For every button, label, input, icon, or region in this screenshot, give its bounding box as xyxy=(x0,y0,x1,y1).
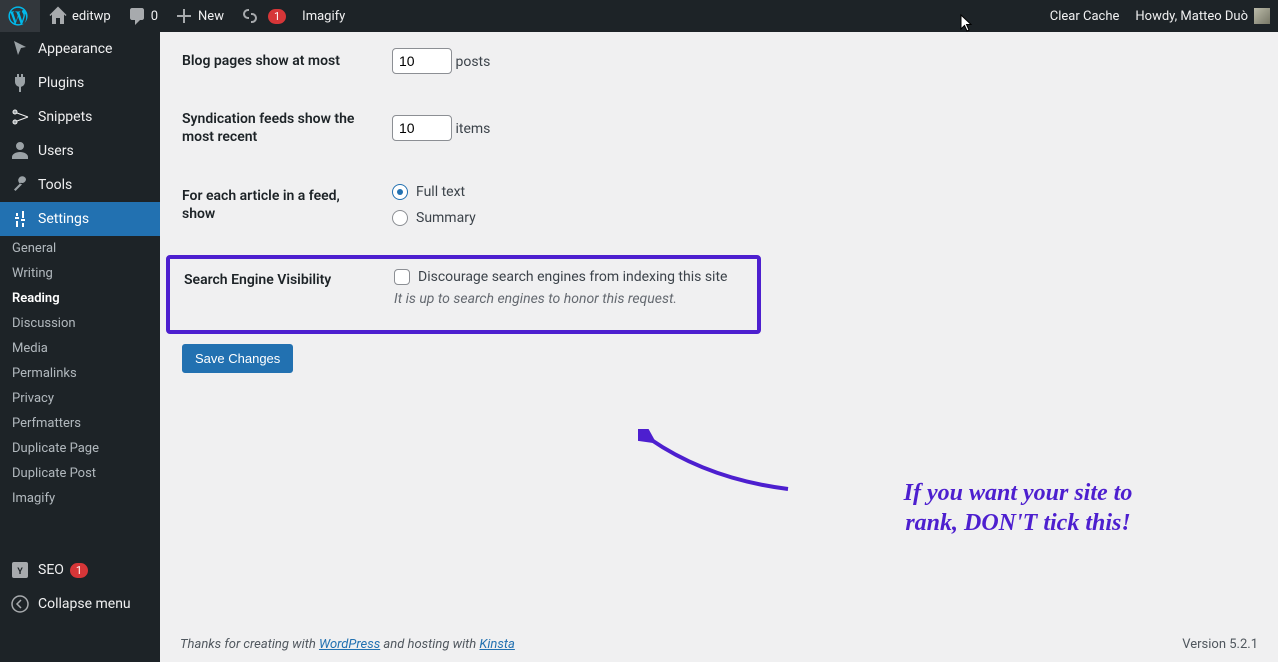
settings-icon xyxy=(10,209,30,229)
settings-form: Blog pages show at most posts Syndicatio… xyxy=(182,32,1258,251)
sidebar-sub-writing[interactable]: Writing xyxy=(0,261,160,286)
visibility-highlight-box: Search Engine Visibility Discourage sear… xyxy=(166,255,761,334)
updates-button[interactable]: 1 xyxy=(232,0,294,32)
sidebar-item-label: Users xyxy=(38,143,74,159)
blog-pages-unit: posts xyxy=(455,54,490,70)
comment-icon xyxy=(127,6,147,26)
home-icon xyxy=(48,6,68,26)
collapse-icon xyxy=(10,594,30,614)
syndication-input[interactable] xyxy=(392,115,452,141)
feed-full-text-radio[interactable] xyxy=(392,184,408,200)
sidebar-item-label: Tools xyxy=(38,177,72,193)
updates-badge: 1 xyxy=(268,9,286,24)
annotation-line2: rank, DON'T tick this! xyxy=(788,508,1248,538)
feed-summary-radio[interactable] xyxy=(392,210,408,226)
content-area: Blog pages show at most posts Syndicatio… xyxy=(160,32,1278,662)
appearance-icon xyxy=(10,39,30,59)
sidebar-sub-duplicate-page[interactable]: Duplicate Page xyxy=(0,436,160,461)
blog-pages-input[interactable] xyxy=(392,48,452,74)
footer-mid: and hosting with xyxy=(380,637,479,652)
svg-text:Y: Y xyxy=(17,567,23,577)
syndication-unit: items xyxy=(455,121,490,137)
collapse-menu-button[interactable]: Collapse menu xyxy=(0,587,160,621)
sidebar-item-label: Appearance xyxy=(38,41,112,57)
sidebar-item-snippets[interactable]: Snippets xyxy=(0,100,160,134)
syndication-label: Syndication feeds show the most recent xyxy=(182,90,382,166)
site-name-text: editwp xyxy=(72,9,111,24)
plus-icon xyxy=(174,6,194,26)
feed-show-label: For each article in a feed, show xyxy=(182,167,382,251)
clear-cache-button[interactable]: Clear Cache xyxy=(1042,0,1128,32)
blog-pages-label: Blog pages show at most xyxy=(182,32,382,90)
new-label: New xyxy=(198,9,224,24)
sidebar-sub-permalinks[interactable]: Permalinks xyxy=(0,361,160,386)
seo-count-badge: 1 xyxy=(70,563,88,578)
wp-logo-button[interactable] xyxy=(0,0,40,32)
admin-bar: editwp 0 New 1 Imagify Clear Cache Howdy… xyxy=(0,0,1278,32)
imagify-label: Imagify xyxy=(302,9,345,24)
tools-icon xyxy=(10,175,30,195)
kinsta-link[interactable]: Kinsta xyxy=(479,637,514,652)
sidebar-item-settings[interactable]: Settings xyxy=(0,202,160,236)
seo-icon: Y xyxy=(10,560,30,580)
avatar xyxy=(1254,8,1270,24)
discourage-search-checkbox[interactable] xyxy=(394,269,410,285)
comments-button[interactable]: 0 xyxy=(119,0,166,32)
admin-menu: Appearance Plugins Snippets Users Tools … xyxy=(0,32,160,662)
footer: Thanks for creating with WordPress and h… xyxy=(160,627,1278,662)
footer-pre: Thanks for creating with xyxy=(180,637,319,652)
discourage-search-label: Discourage search engines from indexing … xyxy=(418,269,727,285)
snippets-icon xyxy=(10,107,30,127)
new-content-button[interactable]: New xyxy=(166,0,232,32)
wordpress-icon xyxy=(8,6,28,26)
sidebar-sub-perfmatters[interactable]: Perfmatters xyxy=(0,411,160,436)
site-name-button[interactable]: editwp xyxy=(40,0,119,32)
arrow-icon xyxy=(638,429,798,509)
sidebar-sub-duplicate-post[interactable]: Duplicate Post xyxy=(0,461,160,486)
sidebar-item-label: SEO xyxy=(38,562,64,578)
feed-summary-label: Summary xyxy=(416,210,476,226)
sidebar-sub-privacy[interactable]: Privacy xyxy=(0,386,160,411)
collapse-label: Collapse menu xyxy=(38,596,131,612)
account-button[interactable]: Howdy, Matteo Duò xyxy=(1127,0,1278,32)
sidebar-sub-reading[interactable]: Reading xyxy=(0,286,160,311)
sidebar-sub-general[interactable]: General xyxy=(0,236,160,261)
sidebar-item-seo[interactable]: Y SEO 1 xyxy=(0,553,160,587)
clear-cache-label: Clear Cache xyxy=(1050,9,1120,24)
sidebar-sub-imagify[interactable]: Imagify xyxy=(0,486,160,511)
sidebar-item-appearance[interactable]: Appearance xyxy=(0,32,160,66)
broken-link-icon xyxy=(240,6,260,26)
save-button[interactable]: Save Changes xyxy=(182,344,293,373)
version-text: Version 5.2.1 xyxy=(1182,637,1258,652)
sidebar-sub-discussion[interactable]: Discussion xyxy=(0,311,160,336)
plugins-icon xyxy=(10,73,30,93)
sidebar-sub-media[interactable]: Media xyxy=(0,336,160,361)
sidebar-item-label: Snippets xyxy=(38,109,92,125)
annotation-line1: If you want your site to xyxy=(788,478,1248,508)
sidebar-item-label: Plugins xyxy=(38,75,84,91)
visibility-description: It is up to search engines to honor this… xyxy=(394,291,745,307)
users-icon xyxy=(10,141,30,161)
visibility-label: Search Engine Visibility xyxy=(184,263,384,322)
comments-count: 0 xyxy=(151,9,158,24)
sidebar-item-tools[interactable]: Tools xyxy=(0,168,160,202)
imagify-button[interactable]: Imagify xyxy=(294,0,353,32)
sidebar-item-label: Settings xyxy=(38,211,89,227)
sidebar-item-users[interactable]: Users xyxy=(0,134,160,168)
greeting-text: Howdy, Matteo Duò xyxy=(1135,9,1248,24)
wordpress-link[interactable]: WordPress xyxy=(319,637,380,652)
feed-full-text-label: Full text xyxy=(416,184,465,200)
sidebar-item-plugins[interactable]: Plugins xyxy=(0,66,160,100)
